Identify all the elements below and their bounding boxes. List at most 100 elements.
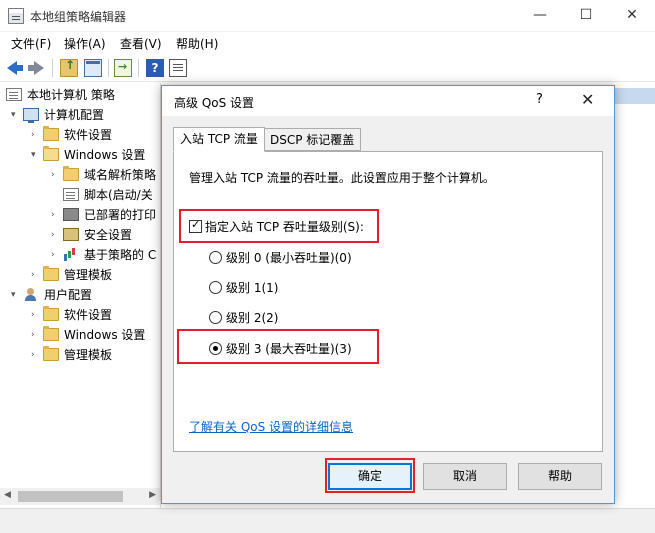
tree-item-software-settings[interactable]: › 软件设置 xyxy=(31,125,113,145)
tab-dscp-override[interactable]: DSCP 标记覆盖 xyxy=(263,128,362,151)
collapse-icon[interactable]: ▾ xyxy=(11,285,21,305)
toolbar-separator xyxy=(138,59,139,77)
tree-item-printers[interactable]: › 已部署的打印 xyxy=(51,205,157,225)
expand-icon[interactable]: › xyxy=(31,305,41,325)
open-folder-icon xyxy=(43,146,59,161)
tab-panel: 管理入站 TCP 流量的吞吐量。此设置应用于整个计算机。 指定入站 TCP 吞吐… xyxy=(173,151,603,452)
checkbox-checked-icon[interactable] xyxy=(189,218,202,233)
expand-icon[interactable]: › xyxy=(31,125,41,145)
expand-icon[interactable]: › xyxy=(51,245,61,265)
tree-item-root[interactable]: 本地计算机 策略 xyxy=(6,85,115,105)
tab-inbound-tcp[interactable]: 入站 TCP 流量 xyxy=(173,127,265,152)
tree-item-qos-policy[interactable]: › 基于策略的 C xyxy=(51,245,157,265)
menu-help[interactable]: 帮助(H) xyxy=(176,35,218,52)
scroll-thumb[interactable] xyxy=(18,491,123,502)
checkbox-label: 指定入站 TCP 吞吐量级别(S): xyxy=(205,220,364,234)
scroll-left-icon[interactable]: ◀ xyxy=(4,490,11,500)
help-button[interactable]: 帮助 xyxy=(518,463,602,490)
security-icon xyxy=(63,228,79,241)
tree-item-windows-settings[interactable]: ▾ Windows 设置 xyxy=(31,145,145,165)
radio-selected-icon[interactable] xyxy=(209,342,222,355)
toolbar: ? xyxy=(0,54,655,82)
tree-item-security[interactable]: › 安全设置 xyxy=(51,225,133,245)
forward-button[interactable] xyxy=(27,59,45,77)
radio-icon[interactable] xyxy=(209,281,222,294)
tree-item-label: 软件设置 xyxy=(64,128,113,142)
tree-item-dns-policy[interactable]: › 域名解析策略 xyxy=(51,165,156,185)
tree-horizontal-scrollbar[interactable]: ◀ ▶ xyxy=(0,488,160,505)
tree-item-computer-config[interactable]: ▾ 计算机配置 xyxy=(11,105,105,125)
computer-icon xyxy=(23,108,39,123)
tree-item-admin-templates[interactable]: › 管理模板 xyxy=(31,265,113,285)
tree-item-user-config[interactable]: ▾ 用户配置 xyxy=(11,285,93,305)
dialog-title-bar: 高级 QoS 设置 ? ✕ xyxy=(162,86,614,116)
radio-level-1[interactable]: 级别 1(1) xyxy=(209,279,278,296)
up-folder-icon[interactable] xyxy=(60,58,78,77)
tree-item-scripts[interactable]: 脚本(启动/关 xyxy=(63,185,153,205)
radio-level-3[interactable]: 级别 3 (最大吞吐量)(3) xyxy=(209,340,352,357)
menu-action[interactable]: 操作(A) xyxy=(64,35,106,52)
radio-icon[interactable] xyxy=(209,311,222,324)
expand-icon[interactable]: › xyxy=(31,265,41,285)
expand-icon[interactable]: › xyxy=(31,345,41,365)
tree-item-label: 用户配置 xyxy=(44,288,93,302)
expand-icon[interactable]: › xyxy=(51,205,61,225)
help-icon[interactable]: ? xyxy=(146,59,164,77)
export-list-icon[interactable] xyxy=(114,59,132,77)
tree-item-label: 本地计算机 策略 xyxy=(27,88,115,102)
tree-item-label: 安全设置 xyxy=(84,228,133,242)
radio-level-0[interactable]: 级别 0 (最小吞吐量)(0) xyxy=(209,249,352,266)
tree-pane: 本地计算机 策略 ▾ 计算机配置 › 软件设置 ▾ Windows 设置 › 域… xyxy=(0,83,160,508)
tree-item-label: 管理模板 xyxy=(64,348,113,362)
dialog-help-button[interactable]: ? xyxy=(536,92,543,107)
title-bar: 本地组策略编辑器 — ☐ ✕ xyxy=(0,0,655,32)
radio-icon[interactable] xyxy=(209,251,222,264)
expand-icon[interactable]: › xyxy=(51,225,61,245)
folder-icon xyxy=(43,346,59,361)
close-button[interactable]: ✕ xyxy=(609,0,655,32)
menu-file[interactable]: 文件(F) xyxy=(11,35,51,52)
menu-bar: 文件(F) 操作(A) 查看(V) 帮助(H) xyxy=(0,32,655,54)
qos-help-link[interactable]: 了解有关 QoS 设置的详细信息 xyxy=(189,418,353,435)
tree-item-label: 管理模板 xyxy=(64,268,113,282)
folder-icon xyxy=(43,126,59,141)
show-hide-tree-icon[interactable] xyxy=(84,59,102,77)
window-title: 本地组策略编辑器 xyxy=(30,10,127,24)
folder-icon xyxy=(43,326,59,341)
scroll-right-icon[interactable]: ▶ xyxy=(149,490,156,500)
radio-level-2[interactable]: 级别 2(2) xyxy=(209,309,278,326)
tree-item-label: 已部署的打印 xyxy=(84,208,157,222)
radio-label: 级别 0 (最小吞吐量)(0) xyxy=(226,251,352,265)
dialog-close-button[interactable]: ✕ xyxy=(581,90,594,109)
forward-arrow-icon xyxy=(28,61,44,75)
expand-icon[interactable]: › xyxy=(31,325,41,345)
radio-label: 级别 3 (最大吞吐量)(3) xyxy=(226,342,352,356)
back-button[interactable] xyxy=(5,59,23,77)
qos-chart-icon xyxy=(63,248,79,261)
cancel-button[interactable]: 取消 xyxy=(423,463,507,490)
collapse-icon[interactable]: ▾ xyxy=(31,145,41,165)
collapse-icon[interactable]: ▾ xyxy=(11,105,21,125)
user-icon xyxy=(23,288,39,301)
back-arrow-icon xyxy=(7,61,23,75)
policy-document-icon xyxy=(6,88,22,101)
tree-item-user-software[interactable]: › 软件设置 xyxy=(31,305,112,325)
status-bar xyxy=(0,508,655,533)
toolbar-separator xyxy=(52,59,53,77)
folder-icon xyxy=(43,266,59,281)
minimize-button[interactable]: — xyxy=(517,0,563,32)
maximize-button[interactable]: ☐ xyxy=(563,0,609,32)
throughput-checkbox[interactable]: 指定入站 TCP 吞吐量级别(S): xyxy=(189,218,364,235)
properties-icon[interactable] xyxy=(169,59,187,77)
radio-label: 级别 2(2) xyxy=(226,311,279,325)
tree-item-user-admin[interactable]: › 管理模板 xyxy=(31,345,113,365)
printer-icon xyxy=(63,208,79,221)
radio-label: 级别 1(1) xyxy=(226,281,279,295)
ok-button[interactable]: 确定 xyxy=(328,463,412,490)
tree-item-label: 基于策略的 C xyxy=(84,248,157,262)
tree-item-label: 计算机配置 xyxy=(44,108,105,122)
menu-view[interactable]: 查看(V) xyxy=(120,35,162,52)
tree-item-user-windows[interactable]: › Windows 设置 xyxy=(31,325,145,345)
toolbar-separator xyxy=(108,59,109,77)
expand-icon[interactable]: › xyxy=(51,165,61,185)
